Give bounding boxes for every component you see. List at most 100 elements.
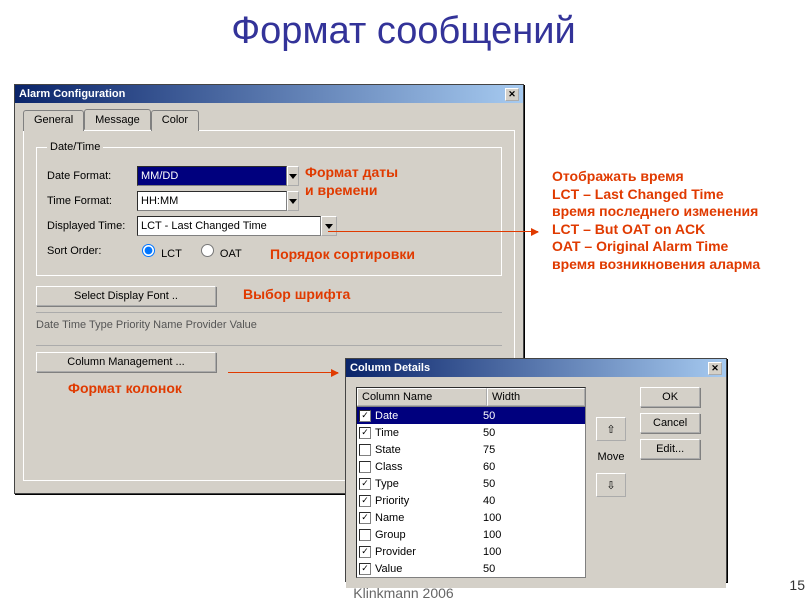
checkbox[interactable]: ✓ [359,512,371,524]
time-format-input[interactable] [137,191,287,211]
titlebar: Alarm Configuration ✕ [15,85,523,103]
sort-order-label: Sort Order: [47,245,137,257]
checkbox[interactable] [359,529,371,541]
column-name: Provider [375,546,483,558]
column-list[interactable]: Column Name Width ✓Date50✓Time50State75C… [356,387,586,578]
divider [36,345,502,346]
checkbox[interactable] [359,444,371,456]
annotation-sort-order: Порядок сортировки [270,246,415,264]
arrow [228,372,338,373]
displayed-time-input[interactable] [137,216,321,236]
date-format-label: Date Format: [47,170,137,182]
column-name: Class [375,461,483,473]
list-item[interactable]: Class60 [357,458,585,475]
window-title: Alarm Configuration [19,88,125,100]
list-item[interactable]: ✓ Name100 [357,509,585,526]
displayed-time-combo[interactable] [137,216,337,236]
annotation-columns: Формат колонок [68,380,182,398]
sample-columns-text: Date Time Type Priority Name Provider Va… [36,319,502,331]
sort-oat-label: OAT [220,248,242,260]
checkbox[interactable]: ✓ [359,546,371,558]
sort-oat-radio[interactable] [201,244,214,257]
column-management-button[interactable]: Column Management ... [36,352,216,372]
list-rows: ✓Date50✓Time50State75Class60✓Type50✓Prio… [357,407,585,577]
edit-button[interactable]: Edit... [640,439,700,459]
sort-lct-label: LCT [161,248,182,260]
arrow [328,231,538,232]
column-width: 50 [483,563,583,575]
tabstrip: General Message Color [23,109,515,131]
list-item[interactable]: ✓ Type50 [357,475,585,492]
column-name: Priority [375,495,483,507]
group-legend: Date/Time [47,141,103,153]
sort-order-radios: LCT OAT [137,241,242,260]
column-width: 100 [483,512,583,524]
move-down-button[interactable]: ⇩ [596,473,626,497]
column-width: 50 [483,478,583,490]
tab-message[interactable]: Message [84,109,151,130]
column-width: 50 [483,427,583,439]
column-details-window: Column Details ✕ Column Name Width ✓ Date… [345,358,727,582]
annotation-date-time: Формат даты и времени [305,164,398,199]
time-format-combo[interactable] [137,191,299,211]
checkbox[interactable]: ✓ [359,563,371,575]
time-format-label: Time Format: [47,195,137,207]
column-width: 100 [483,546,583,558]
chevron-down-icon[interactable] [287,166,299,186]
dialog-body: Column Name Width ✓Date50✓Time50State75C… [346,377,726,588]
column-name: Name [375,512,483,524]
list-item[interactable]: Group100 [357,526,585,543]
dialog-buttons: OK Cancel Edit... [640,387,700,578]
column-name: State [375,444,483,456]
date-time-group: Date/Time Date Format: Time Format: Disp… [36,141,502,276]
slide-footer: Klinkmann 2006 [0,585,807,601]
checkbox[interactable]: ✓ [359,478,371,490]
tab-general[interactable]: General [23,110,84,131]
column-name: Time [375,427,483,439]
list-item[interactable]: ✓ Priority40 [357,492,585,509]
col-header-width[interactable]: Width [487,388,585,406]
date-format-input[interactable] [137,166,287,186]
list-header: Column Name Width [357,388,585,407]
list-item[interactable]: ✓ Provider100 [357,543,585,560]
select-display-font-button[interactable]: Select Display Font .. [36,286,216,306]
column-name: Group [375,529,483,541]
date-format-combo[interactable] [137,166,299,186]
titlebar: Column Details ✕ [346,359,726,377]
list-item[interactable]: ✓Date50 [357,407,585,424]
column-width: 75 [483,444,583,456]
column-width: 60 [483,461,583,473]
chevron-down-icon[interactable] [321,216,337,236]
move-up-button[interactable]: ⇧ [596,417,626,441]
column-name: Type [375,478,483,490]
checkbox[interactable]: ✓ [359,410,371,422]
cancel-button[interactable]: Cancel [640,413,700,433]
list-item[interactable]: ✓ Value50 [357,560,585,577]
ok-button[interactable]: OK [640,387,700,407]
chevron-down-icon[interactable] [287,191,299,211]
close-icon[interactable]: ✕ [505,88,519,101]
column-name: Date [375,410,483,422]
sort-lct-radio[interactable] [142,244,155,257]
annotation-font: Выбор шрифта [243,286,350,304]
list-item[interactable]: ✓ Time50 [357,424,585,441]
arrow-up-icon: ⇧ [606,423,615,436]
list-item[interactable]: State75 [357,441,585,458]
column-width: 100 [483,529,583,541]
checkbox[interactable]: ✓ [359,495,371,507]
page-number: 15 [789,577,805,593]
move-controls: ⇧ Move ⇩ [596,417,626,578]
divider [36,312,502,313]
col-header-name[interactable]: Column Name [357,388,487,406]
arrow-down-icon: ⇩ [606,479,615,492]
close-icon[interactable]: ✕ [708,362,722,375]
slide-title: Формат сообщений [0,0,807,59]
window-title: Column Details [350,362,430,374]
move-label: Move [598,451,625,463]
checkbox[interactable]: ✓ [359,427,371,439]
checkbox[interactable] [359,461,371,473]
column-name: Value [375,563,483,575]
tab-color[interactable]: Color [151,110,199,131]
displayed-time-label: Displayed Time: [47,220,137,232]
column-width: 40 [483,495,583,507]
